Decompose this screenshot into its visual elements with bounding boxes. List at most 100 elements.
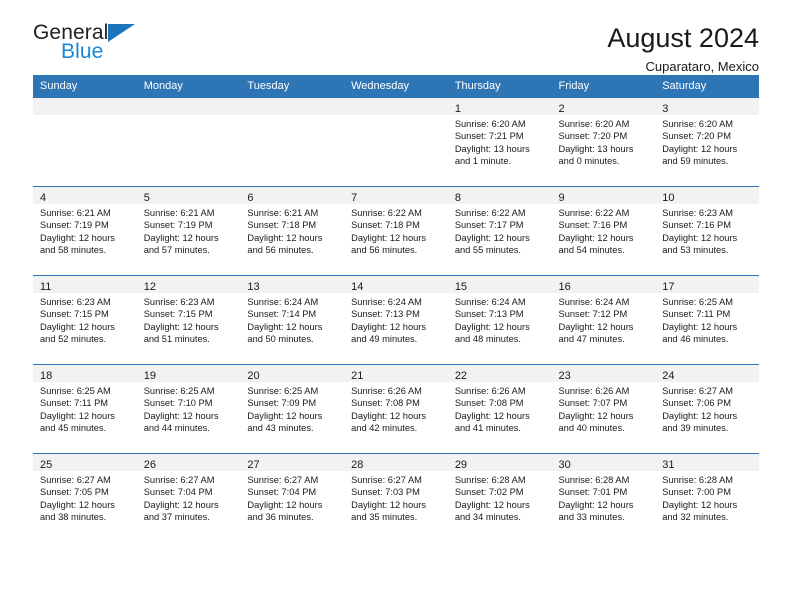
sunset-time: Sunset: 7:11 PM [662, 309, 731, 320]
calendar-day-cell[interactable]: 17 Sunrise: 6:25 AM Sunset: 7:11 PM Dayligh… [655, 275, 759, 364]
calendar-day-cell[interactable] [344, 97, 448, 186]
calendar-day-cell[interactable]: 20 Sunrise: 6:25 AM Sunset: 7:09 PM Dayligh… [240, 364, 345, 453]
sunset-time: Sunset: 7:17 PM [454, 220, 524, 231]
calendar-day-cell[interactable]: 24 Sunrise: 6:27 AM Sunset: 7:06 PM Dayligh… [655, 364, 759, 453]
day-number-band: 24 [655, 365, 759, 382]
calendar-day-cell[interactable]: 11 Sunrise: 6:23 AM Sunset: 7:15 PM Dayligh… [33, 275, 137, 364]
sunrise-time: Sunrise: 6:25 AM [247, 386, 319, 396]
day-cell: 17 Sunrise: 6:25 AM Sunset: 7:11 PM Dayligh… [655, 275, 759, 364]
sunset-time: Sunset: 7:13 PM [351, 309, 420, 320]
daylight-duration-line1: Daylight: 12 hours [40, 499, 115, 510]
daylight-duration-line2: and 49 minutes. [351, 333, 418, 344]
calendar-day-cell[interactable]: 7 Sunrise: 6:22 AM Sunset: 7:18 PM Daylight… [344, 186, 448, 275]
sunset-time: Sunset: 7:20 PM [558, 131, 628, 142]
daylight-duration-line1: Daylight: 12 hours [143, 410, 219, 421]
calendar-day-cell[interactable]: 6 Sunrise: 6:21 AM Sunset: 7:18 PM Daylight… [240, 186, 345, 275]
calendar-day-cell[interactable]: 9 Sunrise: 6:22 AM Sunset: 7:16 PM Daylight… [551, 186, 656, 275]
daylight-duration-line1: Daylight: 12 hours [454, 499, 530, 510]
sunrise-time: Sunrise: 6:27 AM [247, 475, 319, 485]
calendar-day-cell[interactable]: 5 Sunrise: 6:21 AM Sunset: 7:19 PM Daylight… [136, 186, 241, 275]
calendar-day-cell[interactable]: 10 Sunrise: 6:23 AM Sunset: 7:16 PM Dayligh… [655, 186, 759, 275]
calendar-day-cell[interactable]: 27 Sunrise: 6:27 AM Sunset: 7:04 PM Dayligh… [240, 453, 345, 542]
day-number: 30 [558, 459, 571, 471]
day-cell-empty [344, 97, 448, 186]
day-number-band: 2 [551, 98, 656, 115]
title-block: August 2024 Cuparataro, Mexico [607, 22, 759, 74]
day-cell: 6 Sunrise: 6:21 AM Sunset: 7:18 PM Daylight… [240, 186, 345, 275]
sunset-time: Sunset: 7:15 PM [143, 309, 213, 320]
daylight-duration-line2: and 41 minutes. [454, 422, 521, 433]
calendar-day-cell[interactable] [240, 97, 345, 186]
sunset-time: Sunset: 7:15 PM [40, 309, 109, 320]
day-number-band: 16 [551, 276, 656, 293]
calendar-day-cell[interactable]: 25 Sunrise: 6:27 AM Sunset: 7:05 PM Dayligh… [33, 453, 137, 542]
calendar-header-row: Sunday Monday Tuesday Wednesday Thursday… [33, 75, 759, 97]
sunset-time: Sunset: 7:00 PM [662, 487, 731, 498]
daylight-duration-line2: and 55 minutes. [454, 244, 521, 255]
day-cell-body: Sunrise: 6:24 AM Sunset: 7:13 PM Daylight:… [448, 293, 552, 345]
calendar-day-cell[interactable]: 22 Sunrise: 6:26 AM Sunset: 7:08 PM Dayligh… [447, 364, 552, 453]
calendar-day-cell[interactable]: 13 Sunrise: 6:24 AM Sunset: 7:14 PM Dayligh… [240, 275, 345, 364]
sunset-time: Sunset: 7:06 PM [662, 398, 731, 409]
weekday-header-wednesday: Wednesday [344, 75, 448, 97]
daylight-duration-line1: Daylight: 12 hours [351, 410, 427, 421]
daylight-duration-line2: and 35 minutes. [351, 511, 418, 522]
day-number: 13 [247, 281, 260, 293]
day-number: 8 [454, 192, 461, 204]
sunset-time: Sunset: 7:04 PM [143, 487, 213, 498]
calendar-day-cell[interactable]: 1 Sunrise: 6:20 AM Sunset: 7:21 PM Daylight… [447, 97, 552, 186]
day-cell-body: Sunrise: 6:26 AM Sunset: 7:07 PM Daylight:… [552, 382, 656, 434]
weekday-header-sunday: Sunday [33, 75, 137, 97]
daylight-duration-line2: and 56 minutes. [247, 244, 314, 255]
calendar-day-cell[interactable]: 26 Sunrise: 6:27 AM Sunset: 7:04 PM Dayligh… [136, 453, 241, 542]
day-number: 7 [351, 192, 358, 204]
day-cell-body [33, 115, 137, 118]
calendar-day-cell[interactable]: 31 Sunrise: 6:28 AM Sunset: 7:00 PM Dayligh… [655, 453, 759, 542]
sunrise-time: Sunrise: 6:24 AM [454, 297, 526, 307]
calendar-day-cell[interactable]: 14 Sunrise: 6:24 AM Sunset: 7:13 PM Dayligh… [344, 275, 448, 364]
calendar-day-cell[interactable]: 23 Sunrise: 6:26 AM Sunset: 7:07 PM Dayligh… [551, 364, 656, 453]
sunrise-time: Sunrise: 6:27 AM [351, 475, 422, 485]
day-cell-body: Sunrise: 6:27 AM Sunset: 7:03 PM Daylight:… [344, 471, 448, 523]
calendar-day-cell[interactable]: 19 Sunrise: 6:25 AM Sunset: 7:10 PM Dayligh… [136, 364, 241, 453]
day-number: 20 [247, 370, 260, 382]
day-number: 11 [40, 281, 52, 293]
calendar-day-cell[interactable]: 12 Sunrise: 6:23 AM Sunset: 7:15 PM Dayligh… [136, 275, 241, 364]
day-number-band: 17 [655, 276, 759, 293]
day-number: 15 [454, 281, 468, 293]
day-cell-body: Sunrise: 6:26 AM Sunset: 7:08 PM Daylight:… [344, 382, 448, 434]
calendar-day-cell[interactable]: 16 Sunrise: 6:24 AM Sunset: 7:12 PM Dayligh… [551, 275, 656, 364]
calendar-day-cell[interactable] [136, 97, 241, 186]
calendar-day-cell[interactable]: 4 Sunrise: 6:21 AM Sunset: 7:19 PM Daylight… [33, 186, 137, 275]
day-number: 6 [247, 192, 254, 204]
sunrise-time: Sunrise: 6:21 AM [40, 208, 111, 218]
daylight-duration-line2: and 42 minutes. [351, 422, 418, 433]
sunrise-time: Sunrise: 6:23 AM [662, 208, 734, 218]
calendar-day-cell[interactable]: 21 Sunrise: 6:26 AM Sunset: 7:08 PM Dayligh… [344, 364, 448, 453]
day-cell-body: Sunrise: 6:26 AM Sunset: 7:08 PM Daylight:… [448, 382, 552, 434]
daylight-duration-line1: Daylight: 12 hours [662, 232, 738, 243]
sunset-time: Sunset: 7:01 PM [558, 487, 628, 498]
sunset-time: Sunset: 7:14 PM [247, 309, 317, 320]
calendar-day-cell[interactable]: 3 Sunrise: 6:20 AM Sunset: 7:20 PM Daylight… [655, 97, 759, 186]
calendar-day-cell[interactable]: 2 Sunrise: 6:20 AM Sunset: 7:20 PM Daylight… [551, 97, 656, 186]
sunrise-time: Sunrise: 6:23 AM [143, 297, 215, 307]
calendar-day-cell[interactable]: 29 Sunrise: 6:28 AM Sunset: 7:02 PM Dayligh… [447, 453, 552, 542]
day-cell: 27 Sunrise: 6:27 AM Sunset: 7:04 PM Dayligh… [240, 453, 345, 542]
day-number-band [344, 98, 448, 115]
weekday-header-tuesday: Tuesday [240, 75, 345, 97]
calendar-day-cell[interactable]: 30 Sunrise: 6:28 AM Sunset: 7:01 PM Dayligh… [551, 453, 656, 542]
calendar-day-cell[interactable]: 8 Sunrise: 6:22 AM Sunset: 7:17 PM Daylight… [447, 186, 552, 275]
calendar-day-cell[interactable] [33, 97, 137, 186]
calendar-day-cell[interactable]: 15 Sunrise: 6:24 AM Sunset: 7:13 PM Dayligh… [447, 275, 552, 364]
calendar-day-cell[interactable]: 18 Sunrise: 6:25 AM Sunset: 7:11 PM Dayligh… [33, 364, 137, 453]
daylight-duration-line1: Daylight: 12 hours [351, 321, 427, 332]
day-number: 17 [662, 281, 675, 293]
calendar-week-row: 25 Sunrise: 6:27 AM Sunset: 7:05 PM Dayligh… [33, 453, 759, 542]
day-cell-body: Sunrise: 6:25 AM Sunset: 7:11 PM Daylight:… [33, 382, 137, 434]
calendar-day-cell[interactable]: 28 Sunrise: 6:27 AM Sunset: 7:03 PM Dayligh… [344, 453, 448, 542]
day-cell-body: Sunrise: 6:28 AM Sunset: 7:02 PM Daylight:… [448, 471, 552, 523]
general-blue-logo[interactable]: General Blue [33, 22, 148, 68]
day-cell: 26 Sunrise: 6:27 AM Sunset: 7:04 PM Dayligh… [136, 453, 241, 542]
day-cell-empty [33, 97, 137, 186]
